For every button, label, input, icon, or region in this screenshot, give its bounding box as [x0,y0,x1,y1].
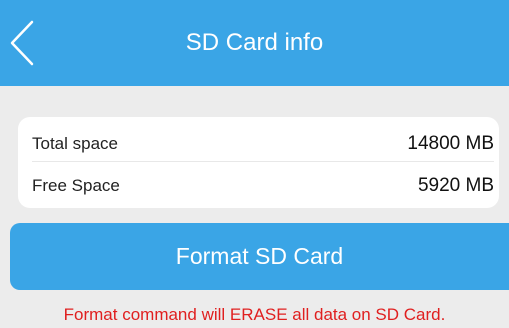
total-space-label: Total space [32,134,118,153]
free-space-value: 5920 MB [417,175,494,196]
total-space-value: 14800 MB [407,133,494,154]
format-warning-text: Format command will ERASE all data on SD… [63,305,446,324]
total-space-row: Total space 14800 MB [32,127,494,162]
page-title: SD Card info [185,29,324,56]
free-space-label: Free Space [32,176,120,195]
free-space-row: Free Space 5920 MB [32,169,494,203]
format-sd-card-button[interactable]: Format SD Card [10,223,509,290]
storage-info-card: Total space 14800 MB Free Space 5920 MB [18,117,499,208]
app-header: SD Card info [0,0,509,86]
